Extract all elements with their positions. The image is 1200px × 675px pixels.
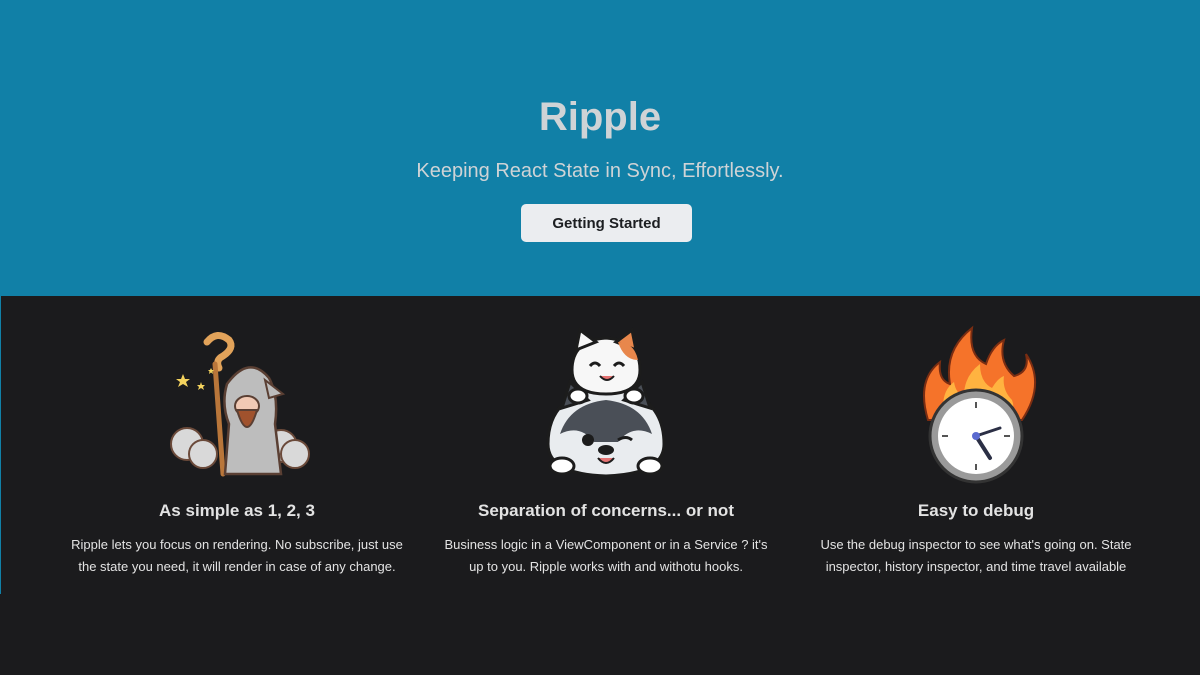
feature-debug: Easy to debug Use the debug inspector to… [786,324,1166,578]
hero-title: Ripple [538,95,662,139]
feature-simple: As simple as 1, 2, 3 Ripple lets you foc… [47,324,427,578]
hero-tagline: Keeping React State in Sync, Effortlessl… [416,160,784,182]
feature-title: As simple as 1, 2, 3 [159,501,315,520]
flaming-clock-illustration-icon [923,325,1037,484]
cat-and-husky-illustration-icon [546,327,666,478]
feature-title: Separation of concerns... or not [478,501,734,520]
feature-title: Easy to debug [917,501,1035,520]
feature-description: Use the debug inspector to see what's go… [820,537,1132,574]
feature-description: Business logic in a ViewComponent or in … [444,537,768,574]
feature-description: Ripple lets you focus on rendering. No s… [71,537,403,574]
left-edge-divider [0,296,1,594]
feature-separation: Separation of concerns... or not Busines… [416,324,796,578]
hero-banner: Ripple Keeping React State in Sync, Effo… [0,0,1200,296]
wizard-illustration-icon [170,332,310,477]
getting-started-button[interactable]: Getting Started [521,204,692,242]
